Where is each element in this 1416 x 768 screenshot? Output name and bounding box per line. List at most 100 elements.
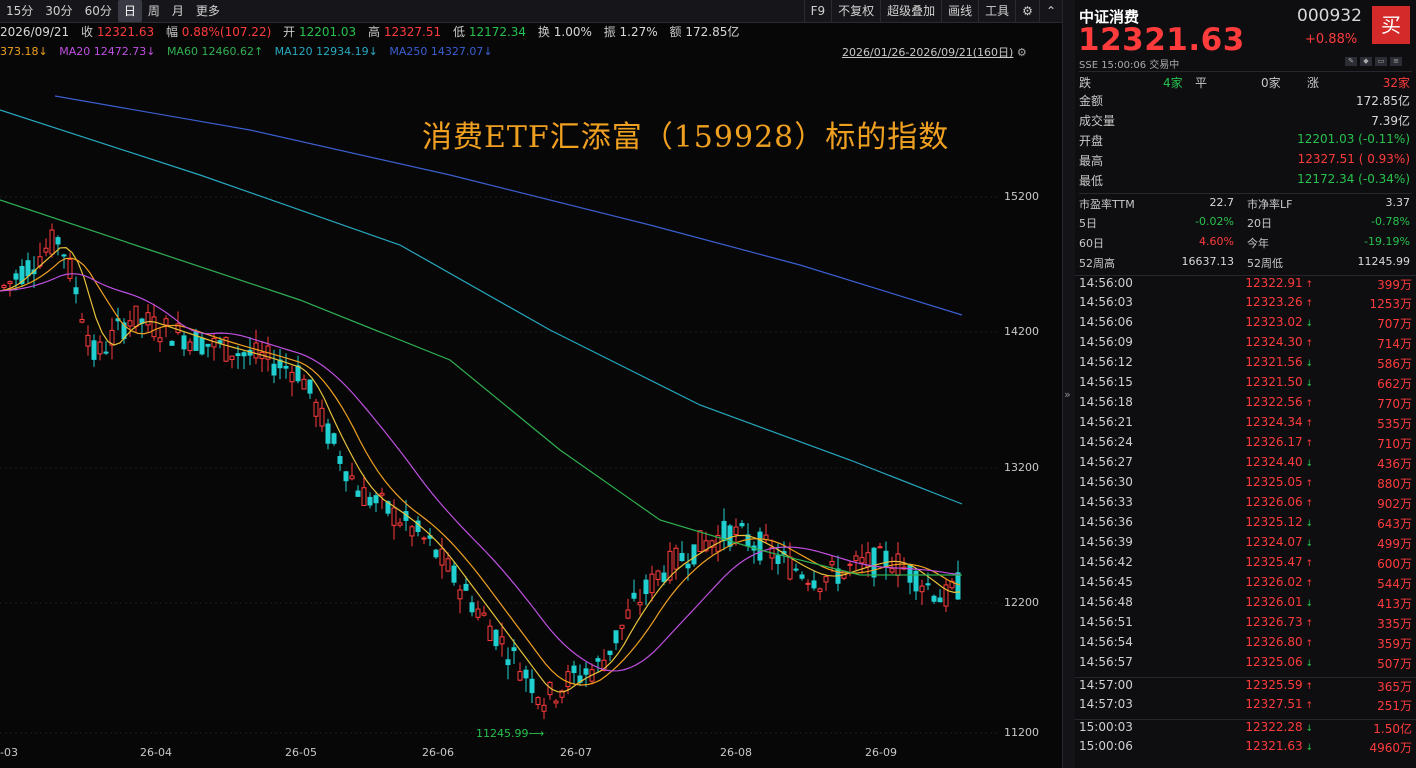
candle [289,365,295,397]
ma10-value: 373.18↓ [0,45,48,58]
candle [79,312,85,324]
up-arrow-icon: ↑ [1302,579,1313,589]
candle [331,432,337,446]
tick-row[interactable]: 14:56:27 12324.40 ↓ 436万 [1075,455,1416,475]
tick-price: 12326.80 ↑ [1245,635,1313,649]
pin-icon[interactable]: ◆ [1360,57,1372,66]
tick-row[interactable]: 14:56:12 12321.56 ↓ 586万 [1075,355,1416,375]
tool-button[interactable]: 工具 [978,0,1015,22]
down-arrow-icon: ↓ [1302,743,1313,753]
tick-time: 15:00:03 [1079,720,1133,734]
up-arrow-icon: ↑ [1302,619,1313,629]
tool-button[interactable]: 画线 [941,0,978,22]
tick-price: 12324.30 ↑ [1245,335,1313,349]
candle [721,508,727,551]
menu-icon[interactable]: ≡ [1390,57,1402,66]
tick-price: 12321.50 ↓ [1245,375,1313,389]
tick-row[interactable]: 14:56:30 12325.05 ↑ 880万 [1075,475,1416,495]
gear-icon[interactable]: ⚙ [1015,0,1039,22]
candle [877,542,883,549]
tick-row[interactable]: 14:56:42 12325.47 ↑ 600万 [1075,555,1416,575]
tool-button[interactable]: F9 [803,0,832,22]
tick-volume: 251万 [1377,699,1412,713]
candle [55,235,61,256]
tick-row[interactable]: 14:56:39 12324.07 ↓ 499万 [1075,535,1416,555]
tick-volume: 359万 [1377,637,1412,651]
tick-volume: 586万 [1377,357,1412,371]
window-icon[interactable]: ▭ [1375,57,1387,66]
tick-row[interactable]: 14:56:48 12326.01 ↓ 413万 [1075,595,1416,615]
tick-volume: 399万 [1377,278,1412,292]
candle [295,355,301,384]
tool-button[interactable]: 超级叠加 [880,0,941,22]
chart-toolbar: 15分 30分 60分日周月更多 F9 不复权 超级叠加 画线 工具 ⚙ ⌃ [0,0,1062,23]
tick-row[interactable]: 14:56:45 12326.02 ↑ 544万 [1075,575,1416,595]
period-tab[interactable]: 周 [142,0,166,22]
tick-row[interactable]: 14:56:36 12325.12 ↓ 643万 [1075,515,1416,535]
settings-icon[interactable]: ⚙ [1017,46,1027,59]
tick-row[interactable]: 14:56:06 12323.02 ↓ 707万 [1075,315,1416,335]
period-tab[interactable]: 日 [117,0,142,22]
tick-time: 14:56:27 [1079,455,1133,469]
tick-row[interactable]: 14:56:18 12322.56 ↑ 770万 [1075,395,1416,415]
tick-row[interactable]: 14:56:54 12326.80 ↑ 359万 [1075,635,1416,655]
tick-row[interactable]: 14:56:15 12321.50 ↓ 662万 [1075,375,1416,395]
period-tab[interactable]: 月 [166,0,190,22]
panel-splitter[interactable]: » [1062,0,1076,768]
turnover-value: 1.00% [553,25,592,39]
tick-row[interactable]: 14:56:57 12325.06 ↓ 507万 [1075,655,1416,675]
candle [103,341,109,355]
date-range[interactable]: 2026/01/26-2026/09/21(160日) ⚙ [842,44,1027,60]
up-arrow-icon[interactable]: ⌃ [1038,0,1062,22]
tick-row[interactable]: 14:56:00 12322.91 ↑ 399万 [1075,275,1416,296]
tick-row[interactable]: 15:00:06 12321.63 ↓ 4960万 [1075,739,1416,759]
tick-row[interactable]: 14:56:09 12324.30 ↑ 714万 [1075,335,1416,355]
candle [619,624,625,640]
amp-label: 幅 [165,25,178,39]
tick-volume: 436万 [1377,457,1412,471]
high-label: 高 [368,25,381,39]
breadth-row: 跌 4家 平 0家 涨 32家 [1079,71,1412,92]
edit-icon[interactable]: ✎ [1345,57,1357,66]
kline-chart-area[interactable]: 15分 30分 60分日周月更多 F9 不复权 超级叠加 画线 工具 ⚙ ⌃ 2026/09/2… [0,0,1062,768]
candle [451,562,457,586]
tick-row[interactable]: 14:57:00 12325.59 ↑ 365万 [1075,677,1416,698]
collapse-icon[interactable]: » [1064,388,1071,401]
candle [475,600,481,621]
buy-button[interactable]: 买 [1372,6,1410,44]
x-tick-label: 26-09 [865,746,897,759]
tick-row[interactable]: 14:56:33 12326.06 ↑ 902万 [1075,495,1416,515]
open-label: 开 [283,25,296,39]
x-tick-label: 26-07 [560,746,592,759]
tick-row[interactable]: 14:56:51 12326.73 ↑ 335万 [1075,615,1416,635]
tick-row[interactable]: 14:56:24 12326.17 ↑ 710万 [1075,435,1416,455]
tick-row[interactable]: 14:56:21 12324.34 ↑ 535万 [1075,415,1416,435]
ma60-line [0,199,962,576]
tick-row[interactable]: 14:56:03 12323.26 ↑ 1253万 [1075,295,1416,315]
tool-button[interactable]: 不复权 [831,0,880,22]
candle [73,276,79,304]
candle [835,555,841,592]
x-tick-label: 26-08 [720,746,752,759]
candlestick-chart[interactable] [0,60,1000,750]
ma20-label: MA20 [59,45,91,58]
tick-time: 14:56:03 [1079,295,1133,309]
up-arrow-icon: ↑ [1302,439,1313,449]
tick-volume: 4960万 [1369,741,1412,755]
candle [181,331,187,357]
candle [85,325,91,356]
candle [811,570,817,591]
ma60-value: 12460.62↑ [201,45,264,58]
candle [265,336,271,372]
tick-row[interactable]: 14:57:03 12327.51 ↑ 251万 [1075,697,1416,717]
period-tab[interactable]: 60分 [79,0,118,22]
period-tab[interactable]: 更多 [190,0,226,22]
candle [199,332,205,356]
candle [697,530,703,552]
period-tab[interactable]: 30分 [39,0,78,22]
tick-row[interactable]: 15:00:03 12322.28 ↓ 1.50亿 [1075,719,1416,740]
period-tab[interactable]: 15分 [0,0,39,22]
tick-time: 14:56:51 [1079,615,1133,629]
candle [187,338,193,355]
ratio-value: 4.60% [1199,235,1234,248]
